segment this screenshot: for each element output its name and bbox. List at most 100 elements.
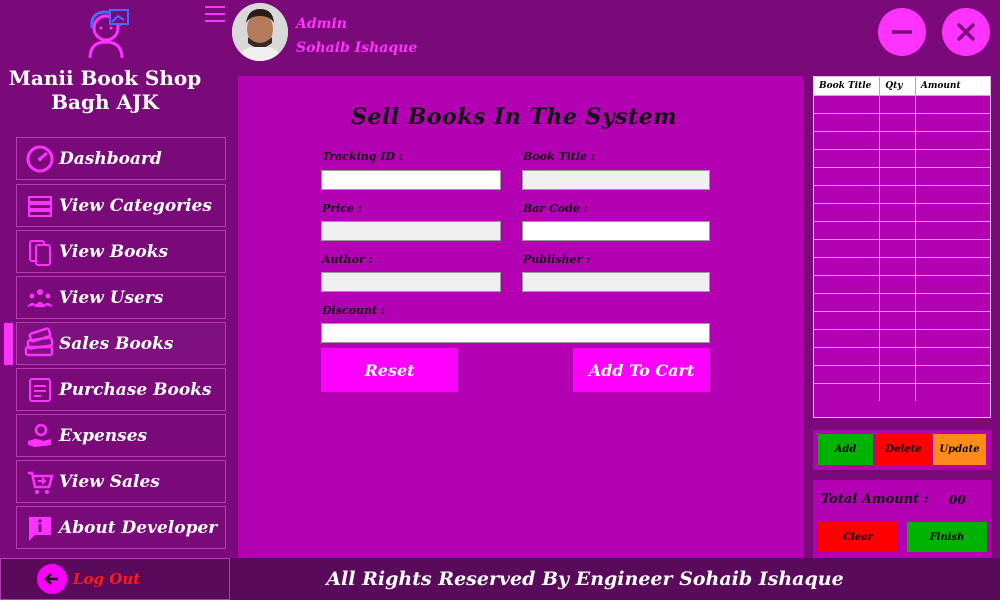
table-cell — [880, 276, 916, 293]
table-cell — [916, 168, 990, 185]
column-header: Qty — [880, 77, 916, 95]
table-row[interactable] — [814, 203, 990, 221]
publisher-label: Publisher : — [523, 253, 591, 266]
table-row[interactable] — [814, 383, 990, 401]
table-row[interactable] — [814, 329, 990, 347]
discount-input[interactable] — [321, 323, 710, 343]
table-row[interactable] — [814, 167, 990, 185]
table-row[interactable] — [814, 275, 990, 293]
sidebar-item-label: View Users — [59, 287, 164, 308]
author-label: Author : — [322, 253, 373, 266]
sidebar-item-purchase-books[interactable]: Purchase Books — [16, 368, 226, 411]
menu-toggle-icon[interactable] — [205, 6, 225, 24]
table-cell — [880, 204, 916, 221]
table-row[interactable] — [814, 185, 990, 203]
table-cell — [880, 240, 916, 257]
table-cell — [916, 132, 990, 149]
table-cell — [814, 294, 881, 311]
table-cell — [814, 168, 881, 185]
minus-icon — [892, 30, 912, 34]
admin-name: Sohaib Ishaque — [296, 40, 418, 56]
finish-button[interactable]: Finish — [907, 522, 987, 552]
table-cell — [916, 276, 990, 293]
tracking-id-input[interactable] — [321, 170, 501, 190]
update-button[interactable]: Update — [933, 434, 986, 465]
table-cell — [814, 132, 881, 149]
table-cell — [814, 348, 881, 365]
table-cell — [916, 312, 990, 329]
table-cell — [814, 150, 881, 167]
total-panel: Total Amount : 00 Clear Finish — [813, 480, 991, 558]
table-row[interactable] — [814, 365, 990, 383]
bar-code-input[interactable] — [522, 221, 710, 241]
table-row[interactable] — [814, 311, 990, 329]
sidebar-item-dashboard[interactable]: Dashboard — [16, 137, 226, 180]
table-row[interactable] — [814, 149, 990, 167]
sidebar-item-about-developer[interactable]: About Developer — [16, 506, 226, 549]
gauge-icon — [21, 140, 59, 178]
logout-button[interactable]: Log Out — [0, 558, 230, 600]
table-cell — [880, 312, 916, 329]
shop-name: Manii Book Shop Bagh AJK — [0, 66, 210, 114]
books-icon — [21, 233, 59, 271]
table-row[interactable] — [814, 113, 990, 131]
table-cell — [916, 384, 990, 401]
table-row[interactable] — [814, 131, 990, 149]
table-cell — [814, 222, 881, 239]
sidebar-item-label: Sales Books — [59, 333, 174, 354]
cart-actions: Add Delete Update — [813, 430, 991, 470]
book-title-input[interactable] — [522, 170, 710, 190]
add-button[interactable]: Add — [818, 434, 873, 465]
close-icon — [956, 22, 976, 42]
sidebar-item-label: Purchase Books — [59, 379, 212, 400]
sidebar-item-view-users[interactable]: View Users — [16, 276, 226, 319]
table-row[interactable] — [814, 95, 990, 113]
bar-code-label: Bar Code : — [523, 202, 588, 215]
add-to-cart-button[interactable]: Add To Cart — [573, 348, 710, 392]
author-input[interactable] — [321, 272, 501, 292]
table-row[interactable] — [814, 221, 990, 239]
sidebar-item-label: Expenses — [59, 425, 148, 446]
sidebar-item-view-sales[interactable]: View Sales — [16, 460, 226, 503]
table-row[interactable] — [814, 239, 990, 257]
table-row[interactable] — [814, 347, 990, 365]
table-cell — [916, 294, 990, 311]
minimize-button[interactable] — [878, 8, 926, 56]
table-cell — [814, 240, 881, 257]
table-cell — [916, 114, 990, 131]
cart-icon — [21, 463, 59, 501]
table-cell — [814, 384, 881, 401]
sidebar-item-view-books[interactable]: View Books — [16, 230, 226, 273]
users-icon — [21, 279, 59, 317]
shop-logo-icon — [80, 6, 136, 62]
table-cell — [880, 258, 916, 275]
cart-table-header: Book Title Qty Amount — [814, 77, 990, 95]
logout-label: Log Out — [73, 570, 141, 588]
info-icon — [21, 509, 59, 547]
price-input[interactable] — [321, 221, 501, 241]
cart-table[interactable]: Book Title Qty Amount — [813, 76, 991, 418]
cart-rows — [814, 95, 990, 401]
sidebar-item-sales-books[interactable]: Sales Books — [16, 322, 226, 365]
sidebar-item-label: About Developer — [59, 517, 218, 538]
publisher-input[interactable] — [522, 272, 710, 292]
total-amount-label: Total Amount : — [821, 492, 929, 507]
table-cell — [916, 186, 990, 203]
reset-button[interactable]: Reset — [321, 348, 458, 392]
book-stack-icon — [21, 325, 59, 363]
table-cell — [916, 150, 990, 167]
table-row[interactable] — [814, 293, 990, 311]
table-cell — [880, 330, 916, 347]
table-cell — [814, 366, 881, 383]
table-cell — [880, 348, 916, 365]
sidebar-item-view-categories[interactable]: View Categories — [16, 184, 226, 227]
shop-name-line2: Bagh AJK — [51, 90, 159, 114]
sidebar: Manii Book Shop Bagh AJK Dashboard View … — [0, 0, 230, 558]
sidebar-item-expenses[interactable]: Expenses — [16, 414, 226, 457]
sidebar-item-label: View Books — [59, 241, 169, 262]
close-button[interactable] — [942, 8, 990, 56]
table-row[interactable] — [814, 257, 990, 275]
discount-label: Discount : — [322, 304, 385, 317]
delete-button[interactable]: Delete — [876, 434, 931, 465]
clear-button[interactable]: Clear — [818, 522, 898, 552]
